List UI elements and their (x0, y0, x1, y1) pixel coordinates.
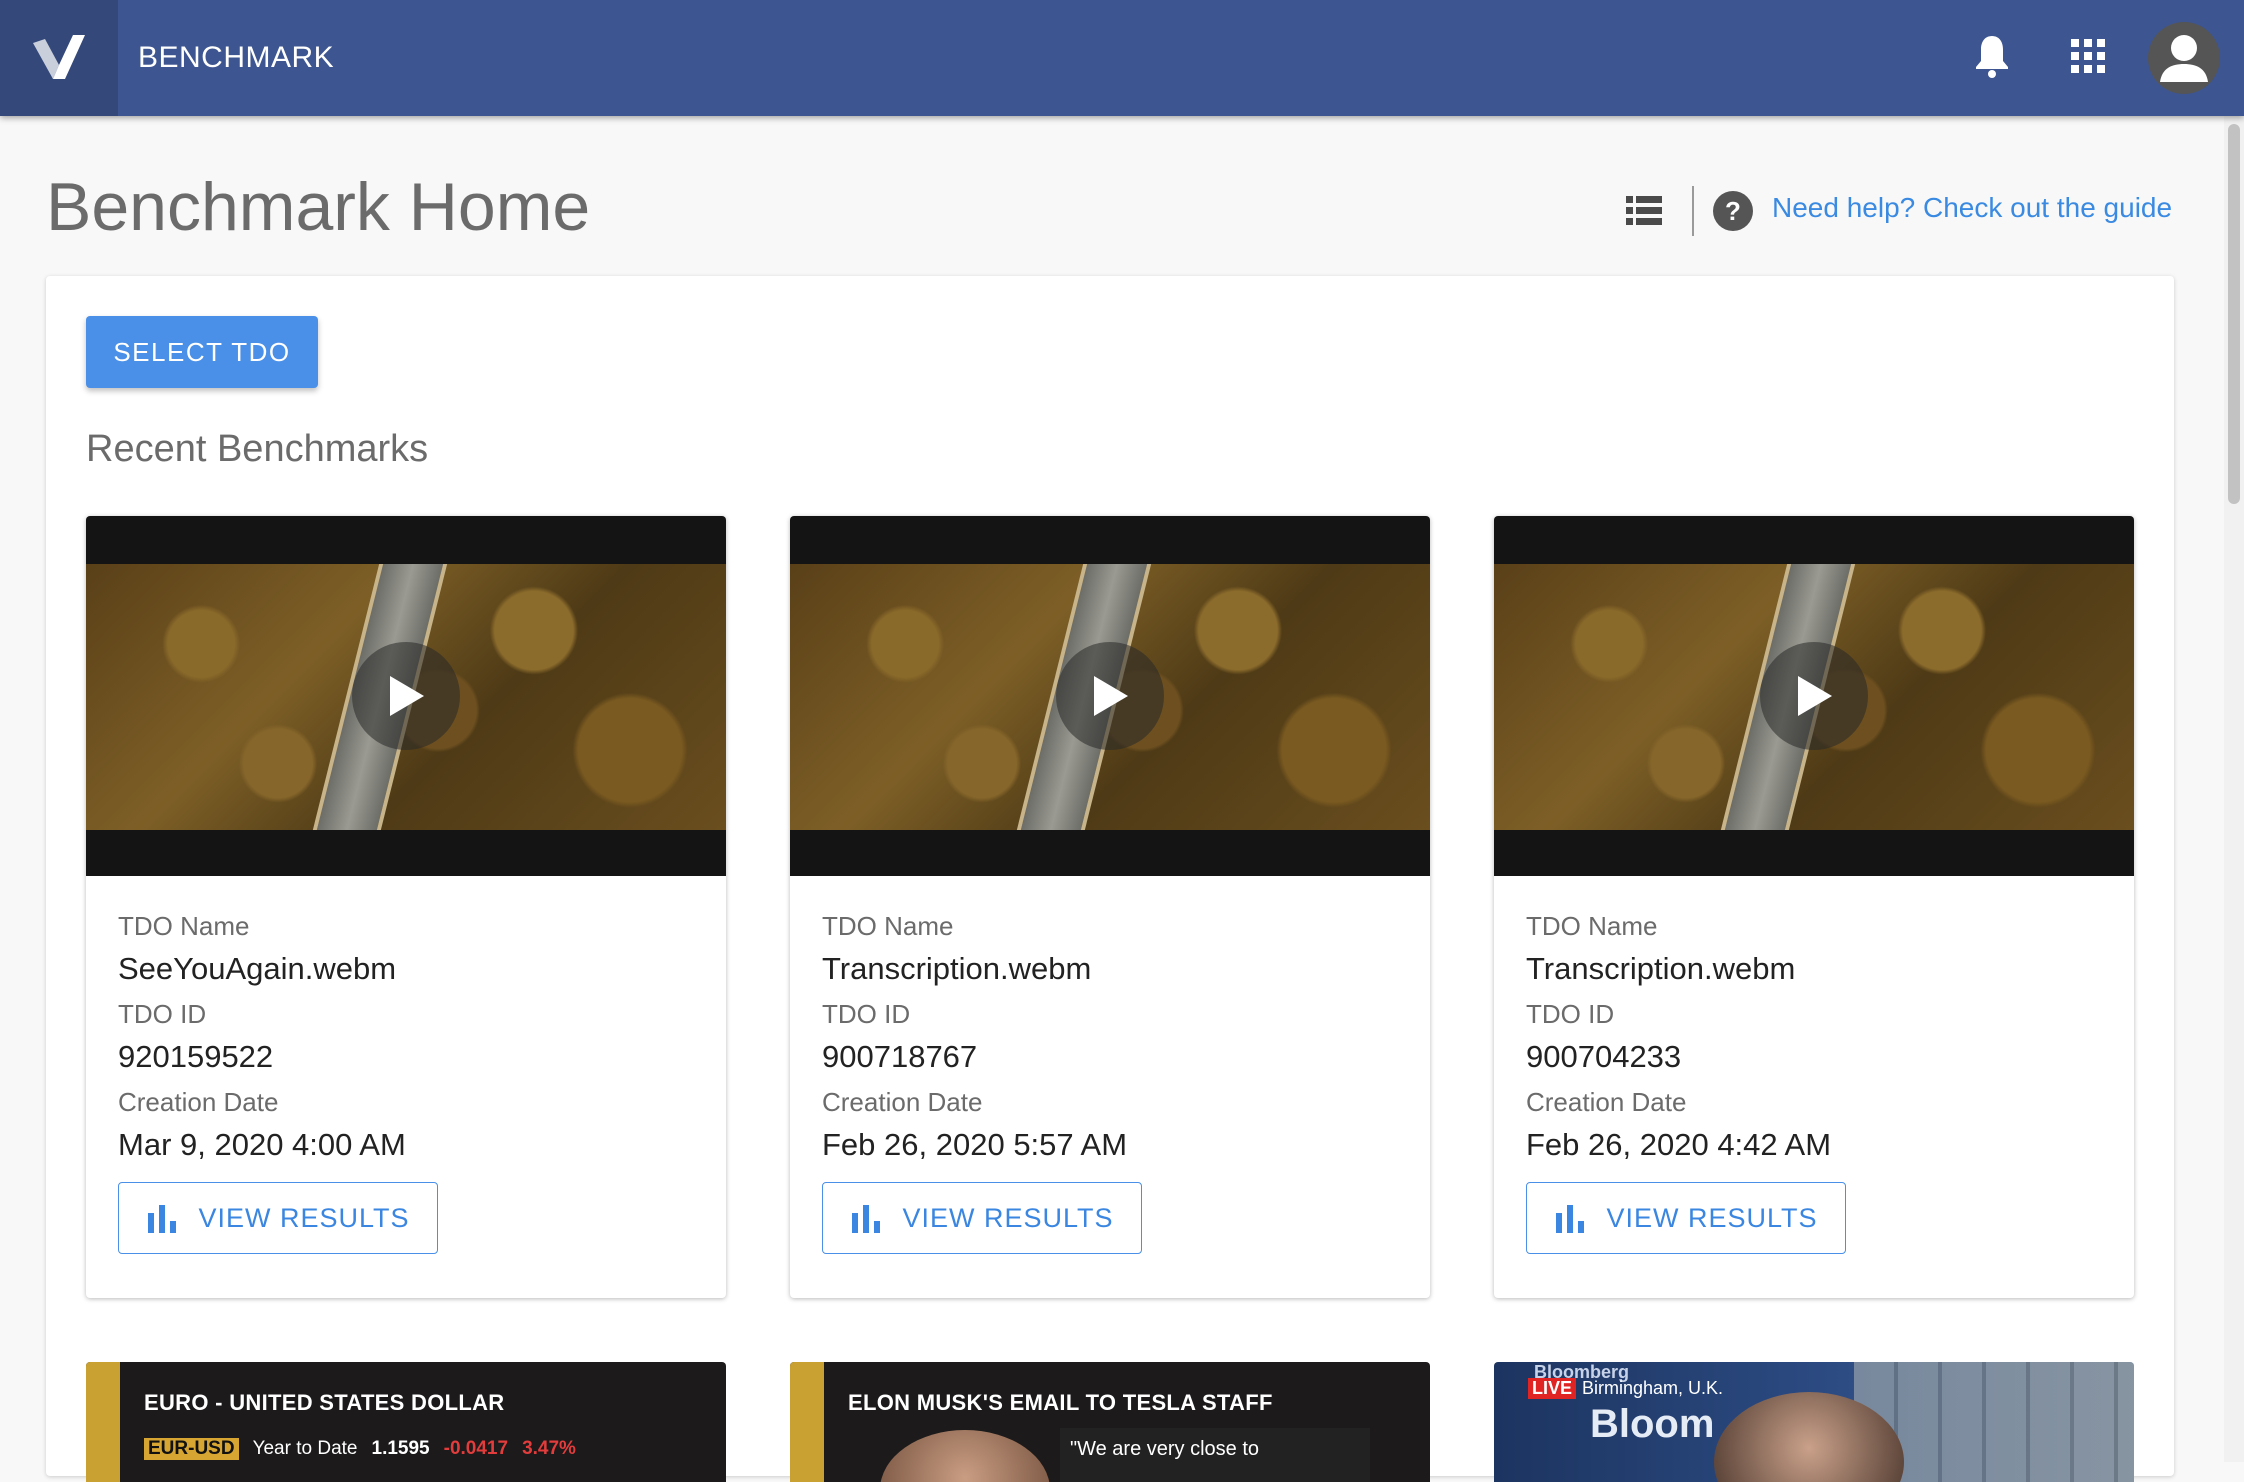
view-results-label: VIEW RESULTS (198, 1202, 410, 1233)
ticker-value: 1.1595 (371, 1438, 430, 1459)
thumbnail-quote: "We are very close to (1060, 1428, 1370, 1482)
video-player[interactable] (790, 516, 1430, 876)
ticker-tag: EUR-USD (144, 1438, 239, 1460)
video-thumbnail[interactable]: ELON MUSK'S EMAIL TO TESLA STAFF "We are… (790, 1362, 1430, 1482)
video-thumbnail[interactable]: Bloomberg LIVE Birmingham, U.K. Bloom (1494, 1362, 2134, 1482)
bar-chart-icon (852, 1205, 881, 1233)
ticker-percent: 3.47% (522, 1438, 576, 1459)
creation-date-label: Creation Date (1526, 1087, 1687, 1117)
video-thumbnail[interactable]: EURO - UNITED STATES DOLLAR EUR-USD Year… (86, 1362, 726, 1482)
tdo-name-label: TDO Name (1526, 911, 1658, 941)
svg-text:?: ? (1725, 196, 1741, 226)
page-title: Benchmark Home (46, 169, 591, 245)
creation-date-label: Creation Date (822, 1087, 983, 1117)
creation-date-value: Feb 26, 2020 4:42 AM (1526, 1127, 1832, 1162)
video-player[interactable] (86, 516, 726, 876)
brand-text: Bloom (1590, 1402, 1715, 1446)
account-icon[interactable] (2148, 22, 2220, 94)
speaker-image (880, 1430, 1050, 1482)
help-guide-link[interactable]: Need help? Check out the guide (1772, 192, 2172, 224)
tdo-id-label: TDO ID (822, 999, 911, 1029)
apps-grid-icon[interactable] (2062, 30, 2114, 82)
view-results-button[interactable]: VIEW RESULTS (1526, 1182, 1846, 1254)
tdo-id-value: 920159522 (118, 1039, 274, 1074)
play-icon[interactable] (352, 642, 460, 750)
help-icon[interactable]: ? (1712, 190, 1754, 232)
creation-date-value: Feb 26, 2020 5:57 AM (822, 1127, 1128, 1162)
play-icon[interactable] (1056, 642, 1164, 750)
live-label: LIVE (1528, 1378, 1577, 1399)
ticker-label: Year to Date (252, 1438, 358, 1459)
bar-chart-icon (148, 1205, 177, 1233)
tdo-name-value: Transcription.webm (822, 951, 1092, 986)
tdo-id-value: 900704233 (1526, 1039, 1682, 1074)
thumbnail-headline: EURO - UNITED STATES DOLLAR (144, 1390, 505, 1415)
section-title: Recent Benchmarks (86, 428, 429, 470)
list-view-icon[interactable] (1626, 196, 1662, 226)
tdo-name-label: TDO Name (822, 911, 954, 941)
tdo-id-value: 900718767 (822, 1039, 978, 1074)
bell-icon[interactable] (1966, 30, 2018, 82)
view-results-label: VIEW RESULTS (902, 1202, 1114, 1233)
tdo-name-value: SeeYouAgain.webm (118, 951, 397, 986)
play-icon[interactable] (1760, 642, 1868, 750)
creation-date-label: Creation Date (118, 1087, 279, 1117)
ticker-change: -0.0417 (443, 1438, 509, 1459)
benchmark-card: TDO Name Transcription.webm TDO ID 90070… (1494, 516, 2134, 1298)
bar-chart-icon (1556, 1205, 1585, 1233)
benchmark-card: TDO Name Transcription.webm TDO ID 90071… (790, 516, 1430, 1298)
ticker: EUR-USD Year to Date 1.1595 -0.0417 3.47… (144, 1438, 576, 1460)
tdo-name-label: TDO Name (118, 911, 250, 941)
location-label: Birmingham, U.K. (1582, 1378, 1724, 1398)
video-player[interactable] (1494, 516, 2134, 876)
tdo-id-label: TDO ID (1526, 999, 1615, 1029)
thumbnail-headline: ELON MUSK'S EMAIL TO TESLA STAFF (848, 1390, 1273, 1415)
app-bar: BENCHMARK (0, 0, 2244, 116)
logo-icon[interactable] (0, 0, 118, 116)
creation-date-value: Mar 9, 2020 4:00 AM (118, 1127, 406, 1162)
tdo-id-label: TDO ID (118, 999, 207, 1029)
header-divider (1692, 186, 1694, 236)
view-results-label: VIEW RESULTS (1606, 1202, 1818, 1233)
tdo-name-value: Transcription.webm (1526, 951, 1796, 986)
view-results-button[interactable]: VIEW RESULTS (822, 1182, 1142, 1254)
app-name: BENCHMARK (138, 41, 335, 74)
benchmark-card: TDO Name SeeYouAgain.webm TDO ID 9201595… (86, 516, 726, 1298)
select-tdo-button[interactable]: SELECT TDO (86, 316, 318, 388)
view-results-button[interactable]: VIEW RESULTS (118, 1182, 438, 1254)
scrollbar-thumb[interactable] (2228, 124, 2240, 504)
live-badge: LIVE Birmingham, U.K. (1528, 1378, 1723, 1399)
